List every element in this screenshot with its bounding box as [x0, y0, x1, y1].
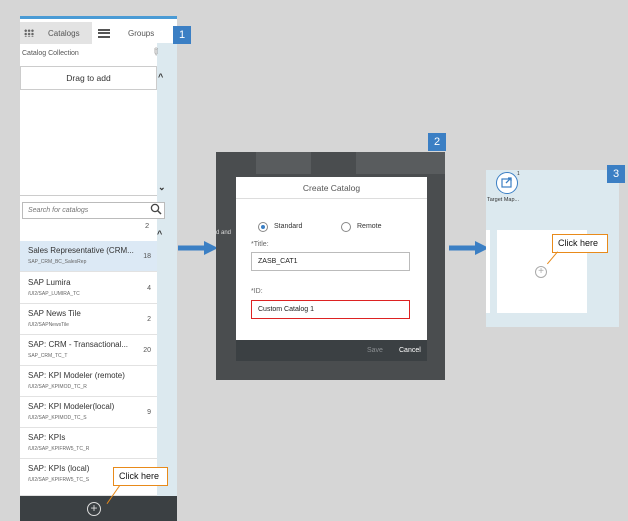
list-item-id: SAP_CRM_BC_SalesRep: [28, 259, 87, 265]
scroll-down-icon[interactable]: ⌄: [158, 182, 166, 193]
share-icon: [501, 177, 512, 188]
grid-icon: [24, 29, 34, 37]
radio-standard-label: Standard: [274, 223, 303, 230]
list-item-title: SAP: KPI Modeler(local): [28, 402, 115, 411]
click-here-callout: Click here: [113, 467, 168, 486]
list-item-count: 2: [147, 316, 151, 323]
list-item-count: 18: [143, 253, 151, 260]
cancel-button[interactable]: Cancel: [399, 347, 421, 354]
list-item-title: SAP News Tile: [28, 309, 81, 318]
list-scroll-up-icon[interactable]: ^: [157, 229, 162, 239]
collection-title: Catalog Collection: [22, 50, 79, 57]
click-here-callout: Click here: [552, 234, 608, 253]
list-item-id: /UI2/SAPNewsTile: [28, 322, 69, 328]
save-button[interactable]: Save: [367, 347, 383, 354]
list-item[interactable]: SAP Lumira /UI2/SAP_LUMIRA_TC 4: [20, 273, 157, 304]
list-count: 2: [145, 221, 150, 230]
search-icon[interactable]: [150, 203, 162, 215]
list-item-id: SAP_CRM_TC_T: [28, 353, 68, 359]
list-item[interactable]: SAP News Tile /UI2/SAPNewsTile 2: [20, 304, 157, 335]
search-input[interactable]: Search for catalogs: [22, 202, 165, 219]
list-item-id: /UI2/SAP_KPIMOD_TC_R: [28, 384, 87, 390]
list-item-count: 20: [143, 347, 151, 354]
list-item[interactable]: SAP: KPI Modeler(local) /UI2/SAP_KPIMOD_…: [20, 397, 157, 428]
drag-to-add-box[interactable]: Drag to add: [20, 66, 157, 90]
list-item-title: SAP: KPIs: [28, 433, 66, 442]
add-tile-icon[interactable]: +: [535, 266, 547, 278]
list-item-id: /UI2/SAP_KPIFRW5_TC_S: [28, 477, 90, 483]
radio-standard[interactable]: [258, 222, 268, 232]
list-item-count: 9: [147, 409, 151, 416]
tab-catalogs-label: Catalogs: [48, 28, 80, 38]
list-item[interactable]: SAP: CRM - Transactional... SAP_CRM_TC_T…: [20, 335, 157, 366]
target-count: 1: [517, 171, 520, 177]
step-badge-3: 3: [607, 165, 625, 183]
partial-tile: [486, 230, 490, 313]
radio-remote[interactable]: [341, 222, 351, 232]
list-item-title: SAP: CRM - Transactional...: [28, 340, 129, 349]
arrow-right-icon: [449, 241, 489, 255]
list-item-count: 4: [147, 285, 151, 292]
background-tile-text: d and: [216, 230, 232, 236]
list-item-id: /UI2/SAP_KPIFRW5_TC_R: [28, 446, 90, 452]
step-badge-2: 2: [428, 133, 446, 151]
list-item-id: /UI2/SAP_LUMIRA_TC: [28, 291, 80, 297]
tab-groups-label: Groups: [128, 28, 155, 38]
list-item[interactable]: Sales Representative (CRM... SAP_CRM_BC_…: [20, 241, 157, 272]
add-catalog-icon[interactable]: +: [87, 502, 101, 516]
list-item[interactable]: SAP: KPIs /UI2/SAP_KPIFRW5_TC_R: [20, 428, 157, 459]
list-icon: [98, 28, 110, 38]
list-item-title: Sales Representative (CRM...: [28, 246, 134, 255]
radio-remote-label: Remote: [357, 223, 382, 230]
list-item-title: SAP: KPI Modeler (remote): [28, 371, 125, 380]
target-mapping-label: Target Map...: [487, 197, 520, 203]
tab-groups[interactable]: Groups: [94, 22, 174, 44]
list-item[interactable]: SAP: KPI Modeler (remote) /UI2/SAP_KPIMO…: [20, 366, 157, 397]
list-item-id: /UI2/SAP_KPIMOD_TC_S: [28, 415, 87, 421]
list-item-title: SAP Lumira: [28, 278, 71, 287]
id-field[interactable]: Custom Catalog 1: [251, 300, 410, 319]
dialog-title: Create Catalog: [236, 177, 427, 199]
title-label: *Title:: [251, 241, 269, 248]
catalog-panel-edge: [157, 16, 177, 516]
tab-catalogs[interactable]: Catalogs: [20, 22, 92, 44]
target-mapping-tile[interactable]: [496, 172, 518, 194]
title-field[interactable]: ZASB_CAT1: [251, 252, 410, 271]
scroll-up-icon[interactable]: ^: [158, 72, 163, 82]
tab-bar: Catalogs Groups: [20, 16, 177, 44]
id-label: *ID:: [251, 288, 263, 295]
step-badge-1: 1: [173, 26, 191, 44]
arrow-right-icon: [178, 241, 218, 255]
